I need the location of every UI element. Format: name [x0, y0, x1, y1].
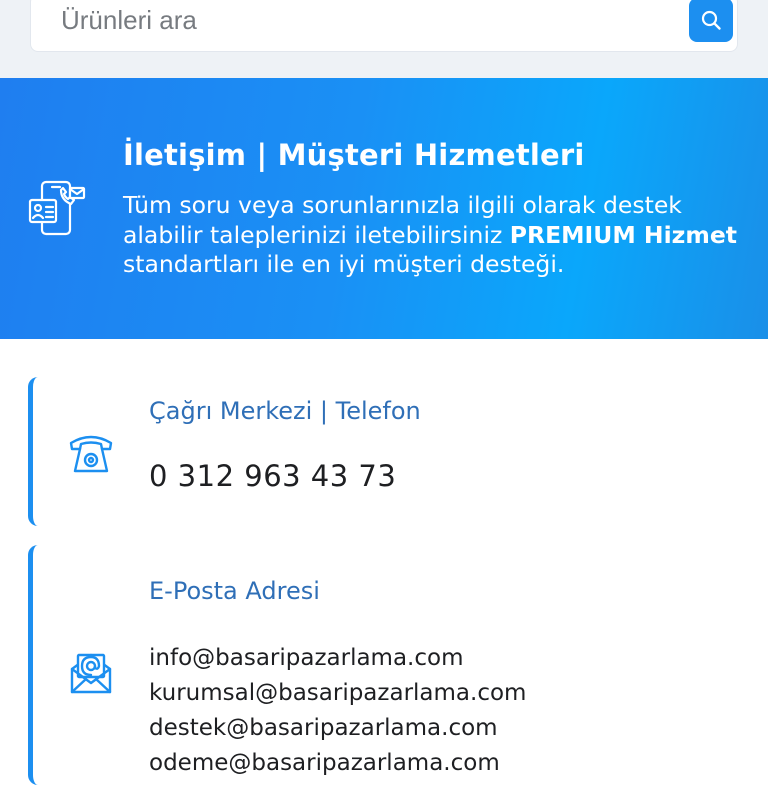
hero-description-highlight: PREMIUM Hizmet: [509, 220, 737, 249]
search-input[interactable]: [61, 1, 621, 39]
telephone-icon: [69, 435, 113, 473]
hero-title: İletişim | Müşteri Hizmetleri: [123, 138, 585, 172]
phone-number[interactable]: 0 312 963 43 73: [149, 459, 396, 493]
contact-phone-mail-icon: [28, 180, 86, 236]
hero-description: Tüm soru veya sorunlarınızla ilgili olar…: [123, 191, 743, 280]
search-button[interactable]: [689, 0, 733, 42]
email-address-info[interactable]: info@basaripazarlama.com: [149, 641, 526, 676]
contact-hero-banner: İletişim | Müşteri Hizmetleri Tüm soru v…: [0, 78, 768, 339]
mail-envelope-icon: [70, 653, 112, 694]
email-card-title: E-Posta Adresi: [149, 577, 320, 605]
search-icon: [701, 10, 721, 30]
hero-description-tail: standartları ile en iyi müşteri desteği.: [123, 250, 565, 278]
phone-card-title: Çağrı Merkezi | Telefon: [149, 397, 421, 425]
email-address-odeme[interactable]: odeme@basaripazarlama.com: [149, 746, 526, 781]
email-address-kurumsal[interactable]: kurumsal@basaripazarlama.com: [149, 676, 526, 711]
search-bar: [30, 0, 738, 52]
search-section: [0, 0, 768, 78]
phone-card: Çağrı Merkezi | Telefon 0 312 963 43 73: [28, 377, 768, 526]
email-address-destek[interactable]: destek@basaripazarlama.com: [149, 711, 526, 746]
email-card: E-Posta Adresi info@basaripazarlama.com …: [28, 545, 768, 785]
email-list: info@basaripazarlama.com kurumsal@basari…: [149, 641, 526, 781]
